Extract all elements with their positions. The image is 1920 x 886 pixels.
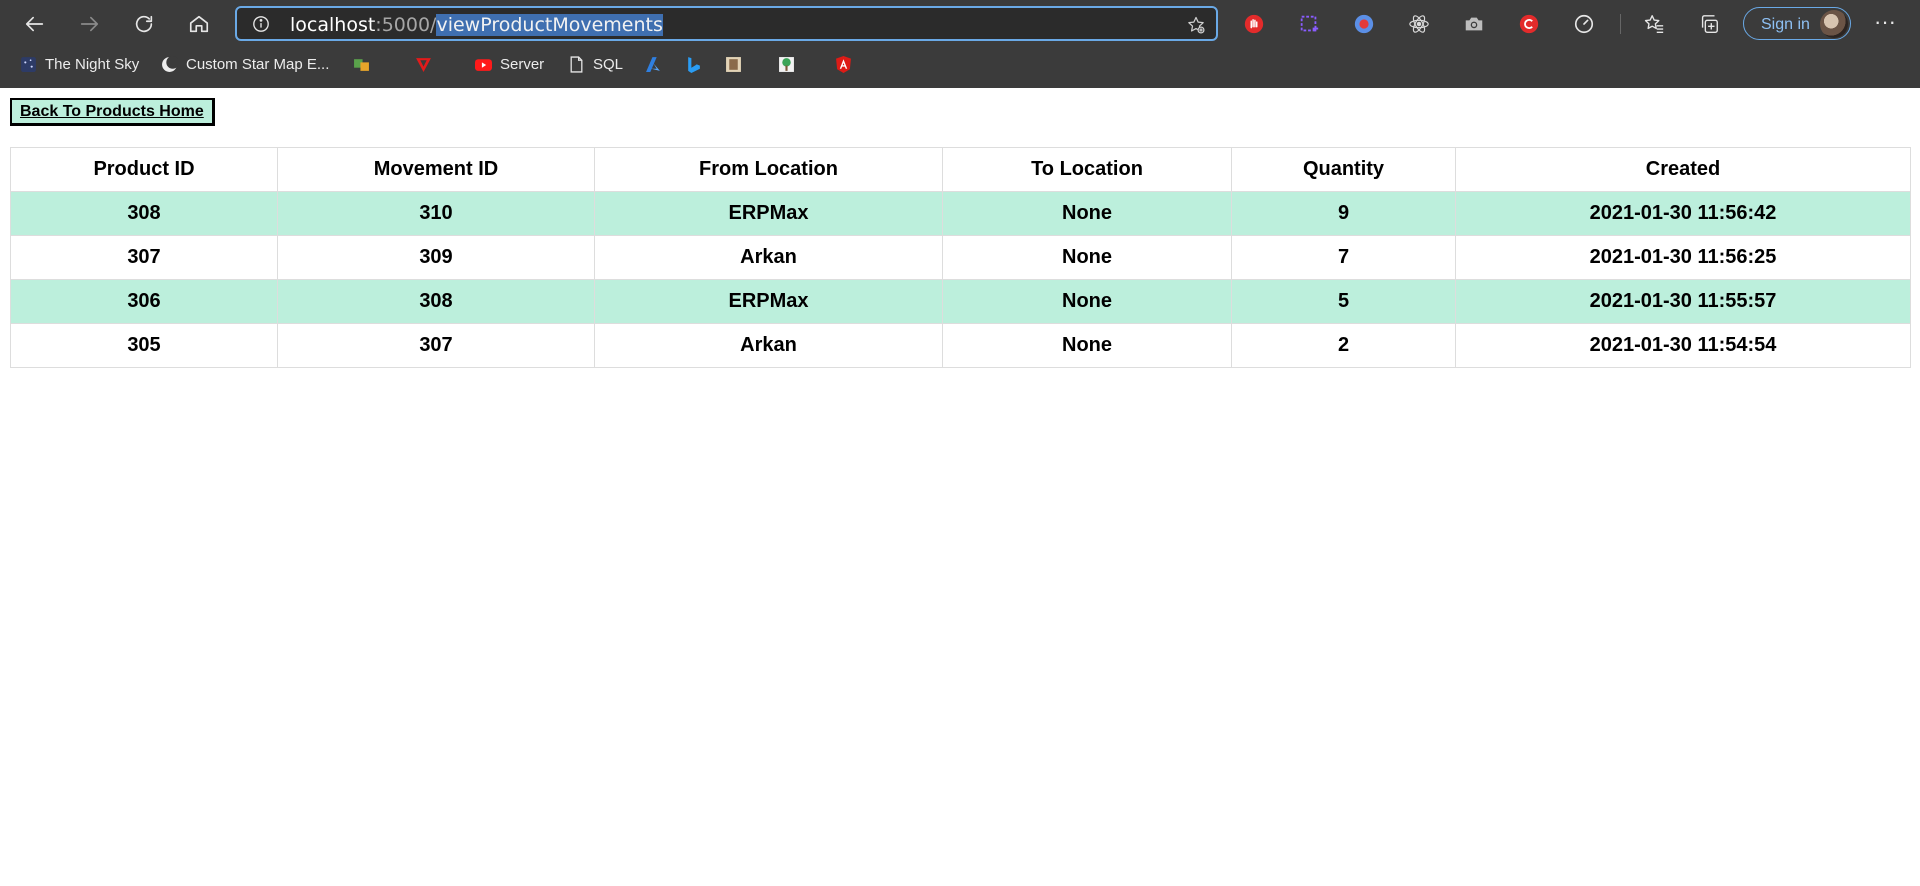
back-arrow-icon[interactable] xyxy=(17,6,53,42)
cell-created: 2021-01-30 11:54:54 xyxy=(1455,323,1911,368)
browser-chrome: localhost:5000/viewProductMovements Sign… xyxy=(0,0,1920,88)
product-movements-table: Product ID Movement ID From Location To … xyxy=(10,147,1911,368)
red-v-icon xyxy=(415,56,432,73)
angular-icon xyxy=(835,55,852,73)
page-content: Back To Products Home Product ID Movemen… xyxy=(0,88,1920,886)
sign-in-label: Sign in xyxy=(1761,16,1810,33)
moon-icon xyxy=(161,55,178,73)
cell-product-id: 307 xyxy=(10,235,278,280)
cell-from-location: ERPMax xyxy=(594,191,943,236)
header-from-location: From Location xyxy=(594,147,943,192)
red-c-icon[interactable] xyxy=(1517,12,1541,36)
hand-stop-icon[interactable] xyxy=(1242,12,1266,36)
bookmark-label: The Night Sky xyxy=(45,55,140,73)
favorites-icon[interactable] xyxy=(1642,12,1666,36)
bookmark-label: Custom Star Map E... xyxy=(186,55,330,73)
header-product-id: Product ID xyxy=(10,147,278,192)
cell-quantity: 2 xyxy=(1231,323,1456,368)
youtube-icon xyxy=(475,56,492,73)
react-icon[interactable] xyxy=(1407,12,1431,36)
bookmark-label: Server xyxy=(500,55,545,73)
bookmark-azure[interactable] xyxy=(645,52,670,76)
home-icon[interactable] xyxy=(181,6,217,42)
cell-created: 2021-01-30 11:56:25 xyxy=(1455,235,1911,280)
cell-product-id: 305 xyxy=(10,323,278,368)
url-host: localhost xyxy=(290,14,376,36)
table-row: 305 307 Arkan None 2 2021-01-30 11:54:54 xyxy=(10,323,1911,368)
bookmark-image[interactable] xyxy=(725,52,750,76)
table-row: 306 308 ERPMax None 5 2021-01-30 11:55:5… xyxy=(10,279,1911,324)
cell-from-location: Arkan xyxy=(594,323,943,368)
cell-movement-id: 308 xyxy=(277,279,595,324)
address-bar[interactable]: localhost:5000/viewProductMovements xyxy=(235,6,1218,41)
bookmarks-bar: The Night Sky Custom Star Map E... Serve… xyxy=(0,48,1920,80)
info-icon[interactable] xyxy=(252,15,270,33)
cell-product-id: 306 xyxy=(10,279,278,324)
cell-movement-id: 309 xyxy=(277,235,595,280)
more-menu-icon[interactable]: ··· xyxy=(1870,10,1900,38)
cell-created: 2021-01-30 11:56:42 xyxy=(1455,191,1911,236)
image-icon xyxy=(725,56,742,73)
cell-to-location: None xyxy=(942,279,1232,324)
table-row: 308 310 ERPMax None 9 2021-01-30 11:56:4… xyxy=(10,191,1911,236)
forward-arrow-icon[interactable] xyxy=(71,6,107,42)
url-port: :5000/ xyxy=(375,14,437,36)
sign-in-button[interactable]: Sign in xyxy=(1743,7,1851,40)
bookmark-red-v[interactable] xyxy=(415,52,440,76)
page-icon xyxy=(568,55,585,73)
cell-from-location: Arkan xyxy=(594,235,943,280)
cell-from-location: ERPMax xyxy=(594,279,943,324)
bookmark-bing[interactable] xyxy=(685,52,710,76)
night-sky-icon xyxy=(20,56,37,73)
bookmark-server[interactable]: Server xyxy=(475,52,544,76)
bookmark-angular[interactable] xyxy=(835,52,860,76)
table-header-row: Product ID Movement ID From Location To … xyxy=(10,147,1911,192)
screenshot-crop-icon[interactable] xyxy=(1297,12,1321,36)
bookmark-custom-star-map[interactable]: Custom Star Map E... xyxy=(161,52,329,76)
header-created: Created xyxy=(1455,147,1911,192)
cell-movement-id: 310 xyxy=(277,191,595,236)
cell-to-location: None xyxy=(942,323,1232,368)
camera-icon[interactable] xyxy=(1462,12,1486,36)
bookmark-sql[interactable]: SQL xyxy=(568,52,623,76)
cell-quantity: 5 xyxy=(1231,279,1456,324)
header-to-location: To Location xyxy=(942,147,1232,192)
header-quantity: Quantity xyxy=(1231,147,1456,192)
speedometer-icon[interactable] xyxy=(1572,12,1596,36)
reload-icon[interactable] xyxy=(126,6,162,42)
cell-to-location: None xyxy=(942,235,1232,280)
cell-quantity: 9 xyxy=(1231,191,1456,236)
bookmark-tree[interactable] xyxy=(778,52,803,76)
table-row: 307 309 Arkan None 7 2021-01-30 11:56:25 xyxy=(10,235,1911,280)
bing-icon xyxy=(685,56,702,73)
cell-created: 2021-01-30 11:55:57 xyxy=(1455,279,1911,324)
cell-quantity: 7 xyxy=(1231,235,1456,280)
collections-icon[interactable] xyxy=(1697,12,1721,36)
cell-product-id: 308 xyxy=(10,191,278,236)
azure-icon xyxy=(645,56,662,73)
url-path-selected: viewProductMovements xyxy=(436,14,663,36)
translate-icon xyxy=(353,56,370,73)
cell-movement-id: 307 xyxy=(277,323,595,368)
browser-toolbar: localhost:5000/viewProductMovements Sign… xyxy=(0,0,1920,48)
add-favorite-icon[interactable] xyxy=(1186,15,1206,35)
bookmark-label: SQL xyxy=(593,55,624,73)
bookmark-night-sky[interactable]: The Night Sky xyxy=(20,52,139,76)
tree-icon xyxy=(778,56,795,73)
back-to-products-button[interactable]: Back To Products Home xyxy=(10,98,215,126)
cell-to-location: None xyxy=(942,191,1232,236)
bookmark-translate[interactable] xyxy=(353,52,378,76)
avatar xyxy=(1820,10,1848,38)
header-movement-id: Movement ID xyxy=(277,147,595,192)
url-text[interactable]: localhost:5000/viewProductMovements xyxy=(290,14,663,36)
toolbar-divider xyxy=(1620,14,1621,34)
record-icon[interactable] xyxy=(1352,12,1376,36)
